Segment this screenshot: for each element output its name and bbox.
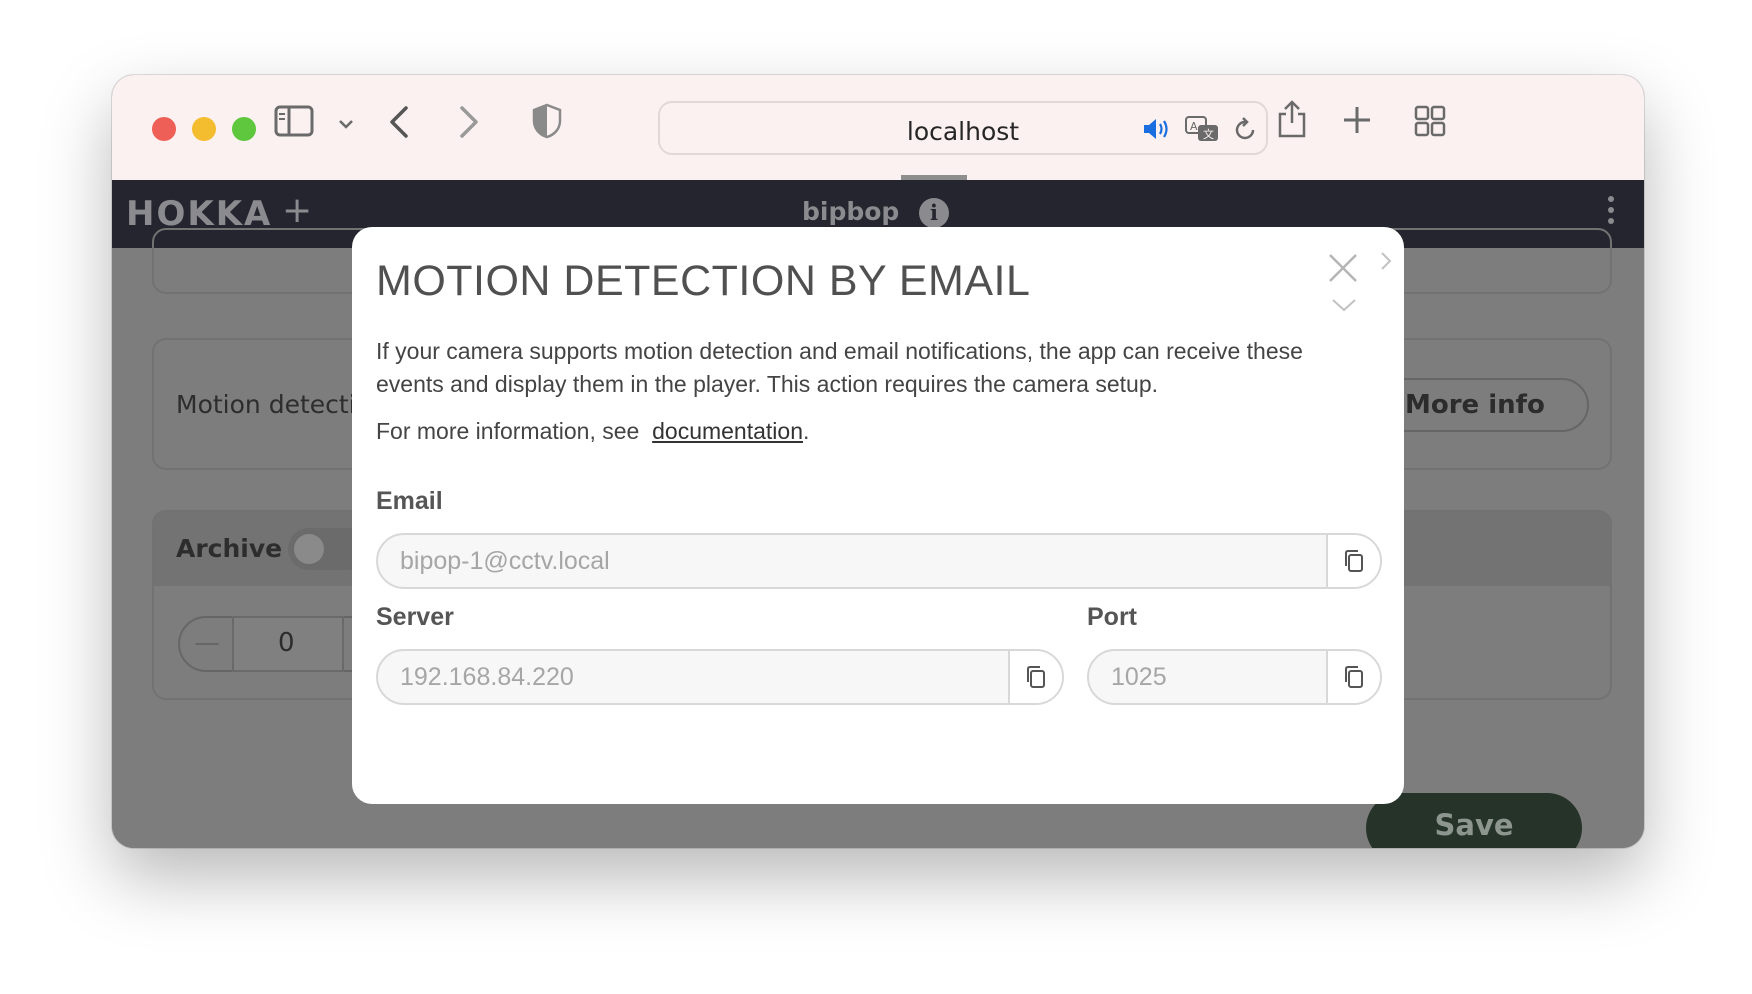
tab-overview-icon[interactable] [1414,105,1446,141]
stepper-value: 0 [278,628,295,658]
documentation-link[interactable]: documentation [652,418,803,444]
motion-detection-modal: MOTION DETECTION BY EMAIL If your camera… [352,227,1404,804]
svg-text:文: 文 [1203,127,1214,141]
port-input[interactable] [1089,651,1329,703]
copy-icon [1345,666,1363,688]
more-info-button[interactable]: More info [1379,378,1589,432]
copy-icon [1027,666,1045,688]
copy-server-button[interactable] [1008,651,1062,703]
more-info-label: More info [1405,390,1545,420]
back-icon[interactable] [388,105,410,143]
forward-icon[interactable] [458,105,480,143]
translate-icon[interactable]: A文 [1184,115,1220,147]
close-window-button[interactable] [152,117,176,141]
server-input[interactable] [378,651,1010,703]
camera-name: bipbop [802,197,900,226]
new-tab-icon[interactable] [1342,105,1372,139]
browser-toolbar: localhost A文 [112,75,1644,180]
email-input[interactable] [378,535,1328,587]
copy-port-button[interactable] [1326,651,1380,703]
modal-title: MOTION DETECTION BY EMAIL [376,257,1031,305]
archive-label: Archive [176,534,283,563]
minimize-window-button[interactable] [192,117,216,141]
add-camera-button[interactable]: + [282,190,312,231]
zoom-window-button[interactable] [232,117,256,141]
port-field[interactable] [1087,649,1382,705]
email-label: Email [376,487,443,515]
close-icon[interactable] [1326,251,1357,282]
chevron-down-icon[interactable] [1330,297,1358,317]
more-menu-icon[interactable] [1608,196,1616,229]
sidebar-toggle-icon[interactable] [274,105,314,141]
copy-icon [1345,550,1363,572]
server-label: Server [376,603,454,631]
svg-text:A: A [1190,120,1198,133]
email-field[interactable] [376,533,1382,589]
url-text: localhost [906,117,1020,146]
speaker-icon[interactable] [1142,117,1172,145]
info-icon[interactable]: i [919,198,949,228]
address-bar[interactable]: localhost A文 [658,101,1268,155]
documentation-line: For more information, see documentation. [376,415,809,448]
more-info-prefix: For more information, see [376,418,640,444]
chevron-down-icon[interactable] [338,115,354,134]
save-button[interactable]: Save [1366,793,1582,848]
server-field[interactable] [376,649,1064,705]
browser-window: localhost A文 HOKKA + bipbop i Motion det… [112,75,1644,848]
shield-icon[interactable] [532,103,562,143]
modal-description: If your camera supports motion detection… [376,338,1303,397]
chevron-right-icon[interactable] [1376,249,1396,313]
port-label: Port [1087,603,1137,631]
share-icon[interactable] [1276,99,1308,143]
motion-detection-label: Motion detectio [176,390,371,419]
more-info-suffix: . [803,418,810,444]
copy-email-button[interactable] [1326,535,1380,587]
reload-icon[interactable] [1232,117,1258,147]
stepper-minus-button[interactable]: — [194,628,220,658]
